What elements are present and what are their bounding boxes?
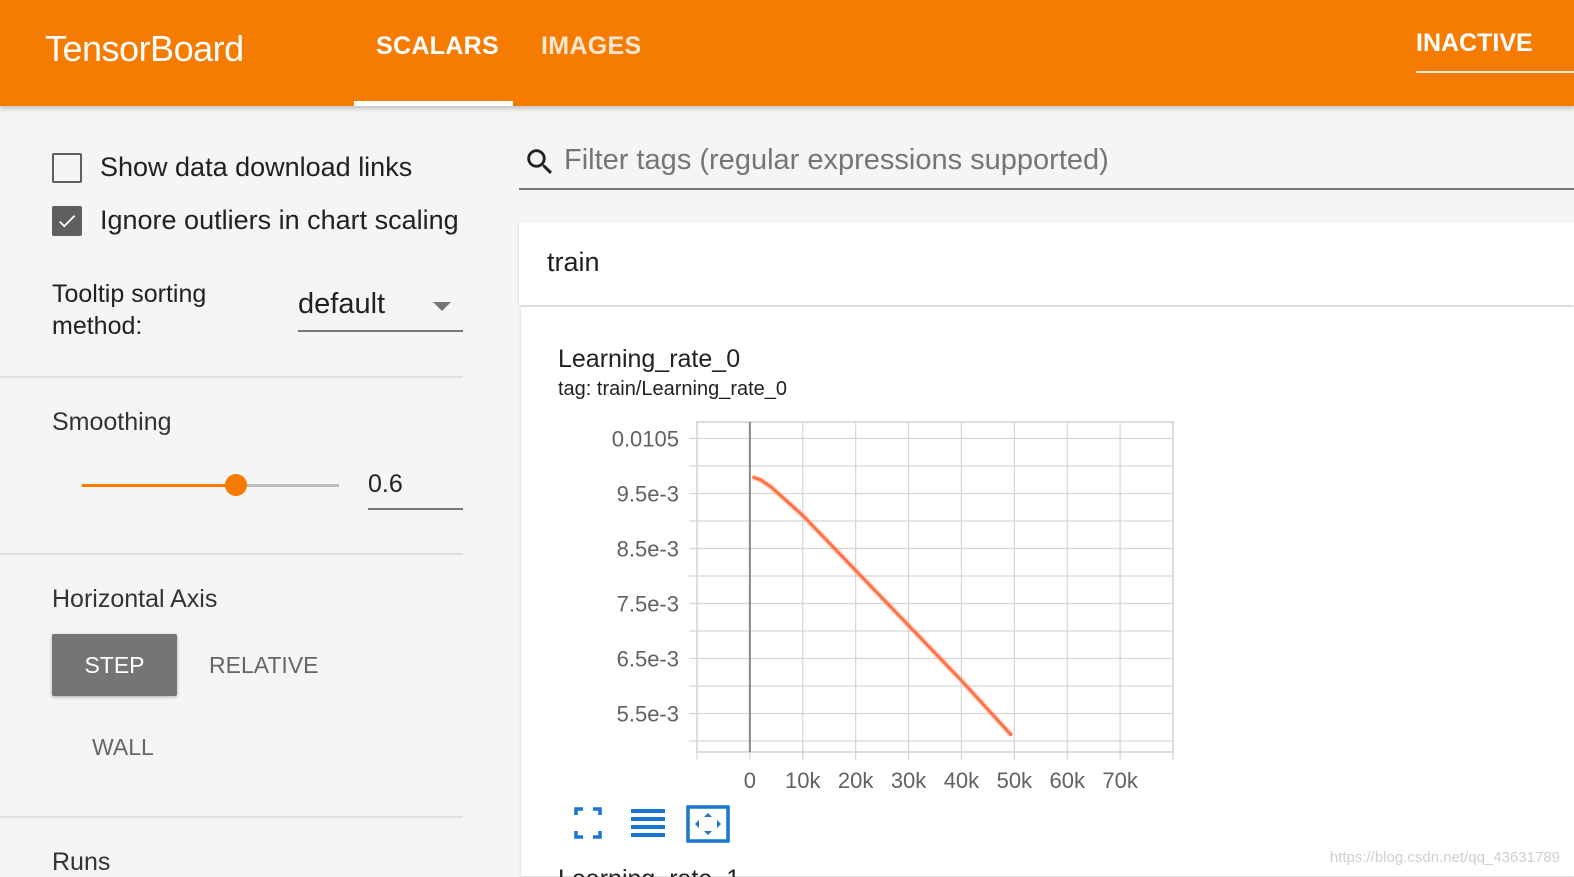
data-point bbox=[908, 625, 910, 626]
y-tick-label: 9.5e-3 bbox=[617, 482, 679, 507]
smoothing-slider[interactable] bbox=[82, 474, 339, 496]
axis-relative-button[interactable]: RELATIVE bbox=[209, 652, 319, 679]
series-line-raw bbox=[751, 474, 1014, 738]
axis-step-button[interactable]: STEP bbox=[52, 634, 177, 696]
runs-title: Runs bbox=[52, 848, 111, 876]
show-download-links-label: Show data download links bbox=[100, 152, 413, 182]
learning-rate-chart[interactable]: 0.0105 9.5e-3 8.5e-3 7.5e-3 6.5e-3 5.5e-3 0 10k… bbox=[521, 307, 1221, 802]
data-point bbox=[960, 680, 962, 681]
chart-frame bbox=[696, 421, 1174, 753]
divider bbox=[0, 816, 463, 818]
inactive-dropdown-label: INACTIVE bbox=[1416, 29, 1533, 57]
smoothing-title: Smoothing bbox=[52, 408, 172, 436]
next-chart-title: Learning_rate_1 bbox=[558, 865, 740, 877]
tab-images[interactable]: IMAGES bbox=[541, 32, 641, 61]
x-tick-label: 60k bbox=[1049, 768, 1085, 793]
filter-tags-placeholder: Filter tags (regular expressions support… bbox=[564, 144, 1109, 176]
x-tick-label: 30k bbox=[891, 768, 927, 793]
horizontal-axis-title: Horizontal Axis bbox=[52, 585, 218, 613]
active-tab-indicator bbox=[354, 101, 513, 106]
y-tick-label: 7.5e-3 bbox=[617, 592, 679, 617]
scalar-card: Learning_rate_0 tag: train/Learning_rate… bbox=[521, 307, 1574, 877]
search-icon bbox=[527, 149, 553, 175]
smoothing-input[interactable]: 0.6 bbox=[368, 466, 463, 510]
category-title: train bbox=[547, 247, 600, 277]
x-tick-label: 40k bbox=[944, 768, 980, 793]
y-tick-label: 5.5e-3 bbox=[617, 702, 679, 727]
data-point bbox=[1011, 735, 1013, 736]
data-point bbox=[855, 570, 857, 571]
x-tick-label: 50k bbox=[997, 768, 1033, 793]
tooltip-sorting-label: Tooltip sorting method: bbox=[52, 280, 207, 340]
checkmark-icon bbox=[59, 214, 76, 227]
fullscreen-icon[interactable] bbox=[573, 805, 603, 841]
sidebar: Show data download links Ignore outliers… bbox=[0, 106, 518, 876]
x-tick-label: 0 bbox=[744, 768, 756, 793]
app-title: TensorBoard bbox=[45, 28, 244, 69]
log-scale-icon[interactable] bbox=[630, 805, 666, 841]
data-point bbox=[770, 486, 772, 488]
watermark: https://blog.csdn.net/qq_43631789 bbox=[1329, 849, 1560, 866]
axis-wall-button[interactable]: WALL bbox=[92, 734, 154, 761]
category-header-train[interactable]: train bbox=[519, 222, 1574, 305]
top-bar: TensorBoard SCALARS IMAGES INACTIVE bbox=[0, 0, 1574, 106]
y-tick-label: 0.0105 bbox=[612, 427, 679, 452]
fit-domain-icon[interactable] bbox=[686, 805, 730, 843]
y-tick-label: 6.5e-3 bbox=[617, 647, 679, 672]
show-download-links-checkbox[interactable] bbox=[52, 152, 82, 183]
smoothing-value: 0.6 bbox=[368, 470, 403, 498]
ignore-outliers-label: Ignore outliers in chart scaling bbox=[100, 205, 459, 235]
ignore-outliers-checkbox[interactable] bbox=[52, 205, 82, 236]
smoothing-slider-fill bbox=[82, 484, 237, 487]
data-point bbox=[759, 479, 761, 481]
x-tick-label: 10k bbox=[785, 768, 821, 793]
smoothing-slider-knob[interactable] bbox=[225, 474, 248, 496]
x-tick-label: 70k bbox=[1102, 768, 1138, 793]
show-download-links-row[interactable]: Show data download links bbox=[52, 152, 464, 183]
divider bbox=[0, 553, 463, 555]
filter-tags-input[interactable]: Filter tags (regular expressions support… bbox=[519, 140, 1574, 190]
tab-scalars[interactable]: SCALARS bbox=[376, 32, 499, 61]
data-point bbox=[752, 476, 754, 478]
dropdown-arrow-icon bbox=[433, 302, 451, 311]
y-tick-label: 8.5e-3 bbox=[617, 537, 679, 562]
tooltip-sorting-select[interactable]: default bbox=[298, 286, 463, 332]
tooltip-sorting-value: default bbox=[298, 288, 386, 320]
x-tick-label: 20k bbox=[838, 768, 874, 793]
data-point bbox=[802, 515, 804, 516]
ignore-outliers-row[interactable]: Ignore outliers in chart scaling bbox=[52, 205, 464, 236]
divider bbox=[0, 376, 463, 378]
inactive-dashboards-dropdown[interactable]: INACTIVE bbox=[1416, 29, 1574, 73]
